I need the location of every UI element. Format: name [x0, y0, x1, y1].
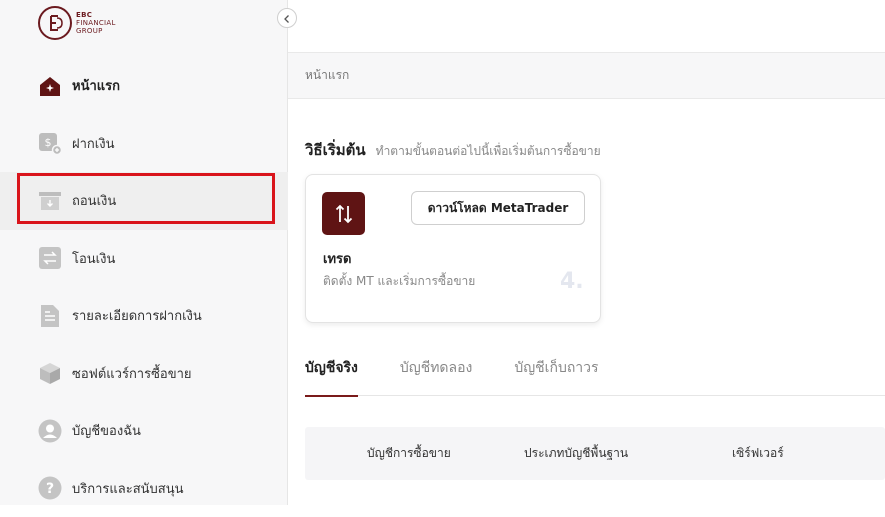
sidebar-item-trading-software[interactable]: ซอฟต์แวร์การซื้อขาย — [0, 345, 288, 403]
user-icon — [38, 419, 62, 443]
sidebar-item-label: บริการและสนับสนุน — [72, 478, 184, 499]
getting-started-title: วิธีเริ่มต้น — [305, 138, 366, 162]
document-icon — [38, 304, 62, 328]
card-description: ติดตั้ง MT และเริ่มการซื้อขาย — [323, 272, 475, 291]
transfer-icon — [38, 246, 62, 270]
svg-text:?: ? — [46, 481, 54, 497]
card-title: เทรด — [323, 248, 351, 269]
deposit-icon: $ — [38, 131, 62, 155]
sidebar-item-label: ซอฟต์แวร์การซื้อขาย — [72, 363, 192, 384]
breadcrumb: หน้าแรก — [288, 53, 885, 99]
account-tabs: บัญชีจริง บัญชีทดลอง บัญชีเก็บถาวร — [305, 340, 885, 396]
download-metatrader-button[interactable]: ดาวน์โหลด MetaTrader — [411, 191, 585, 225]
sidebar-item-label: รายละเอียดการฝากเงิน — [72, 305, 202, 326]
sidebar-item-label: บัญชีของฉัน — [72, 420, 141, 441]
main-content: หน้าแรก วิธีเริ่มต้น ทำตามขั้นตอนต่อไปนี… — [288, 0, 885, 505]
breadcrumb-current[interactable]: หน้าแรก — [305, 66, 349, 85]
step-card-trade: ดาวน์โหลด MetaTrader เทรด ติดตั้ง MT และ… — [305, 174, 601, 323]
svg-text:$: $ — [45, 136, 52, 149]
column-header-server: เซิร์ฟเวอร์ — [732, 427, 784, 480]
logo-line-1: EBC — [76, 11, 116, 19]
collapse-sidebar-button[interactable] — [277, 8, 297, 28]
getting-started-subtitle: ทำตามขั้นตอนต่อไปนี้เพื่อเริ่มต้นการซื้อ… — [376, 142, 601, 161]
sidebar-nav: หน้าแรก $ ฝากเงิน ถอนเงิน โอนเงิน รายละเ… — [0, 57, 288, 517]
sidebar-item-support[interactable]: ? บริการและสนับสนุน — [0, 460, 288, 517]
home-icon — [38, 74, 62, 98]
sidebar-item-label: หน้าแรก — [72, 75, 120, 96]
getting-started-header: วิธีเริ่มต้น ทำตามขั้นตอนต่อไปนี้เพื่อเร… — [305, 138, 601, 162]
chevron-left-icon — [282, 9, 292, 28]
top-bar — [288, 0, 885, 53]
withdraw-icon — [38, 189, 62, 213]
help-icon: ? — [38, 476, 62, 500]
sidebar-item-deposit[interactable]: $ ฝากเงิน — [0, 115, 288, 173]
column-header-account-type: ประเภทบัญชีพื้นฐาน — [524, 427, 628, 480]
trade-arrows-icon — [322, 192, 365, 235]
logo-line-2: FINANCIAL — [76, 19, 116, 27]
tab-demo-account[interactable]: บัญชีทดลอง — [400, 340, 472, 396]
box-icon — [38, 361, 62, 385]
logo-text: EBC FINANCIAL GROUP — [76, 11, 116, 35]
accounts-table-header: บัญชีการซื้อขาย ประเภทบัญชีพื้นฐาน เซิร์… — [305, 427, 885, 480]
tab-archived-account[interactable]: บัญชีเก็บถาวร — [514, 340, 598, 396]
sidebar-item-transfer[interactable]: โอนเงิน — [0, 230, 288, 288]
sidebar-item-withdraw[interactable]: ถอนเงิน — [0, 172, 288, 230]
sidebar-item-home[interactable]: หน้าแรก — [0, 57, 288, 115]
sidebar-item-label: ถอนเงิน — [72, 190, 116, 211]
tab-live-account[interactable]: บัญชีจริง — [305, 340, 358, 396]
sidebar-item-label: โอนเงิน — [72, 248, 115, 269]
column-header-trading-account: บัญชีการซื้อขาย — [367, 427, 451, 480]
ebc-logo-mark-icon — [38, 6, 72, 40]
ebc-logo[interactable]: EBC FINANCIAL GROUP — [38, 6, 116, 40]
sidebar: EBC FINANCIAL GROUP หน้าแรก $ ฝากเงิน ถอ… — [0, 0, 288, 505]
card-step-number: 4. — [560, 269, 584, 294]
logo-line-3: GROUP — [76, 27, 116, 35]
sidebar-item-label: ฝากเงิน — [72, 133, 114, 154]
sidebar-item-my-account[interactable]: บัญชีของฉัน — [0, 402, 288, 460]
sidebar-item-deposit-details[interactable]: รายละเอียดการฝากเงิน — [0, 287, 288, 345]
